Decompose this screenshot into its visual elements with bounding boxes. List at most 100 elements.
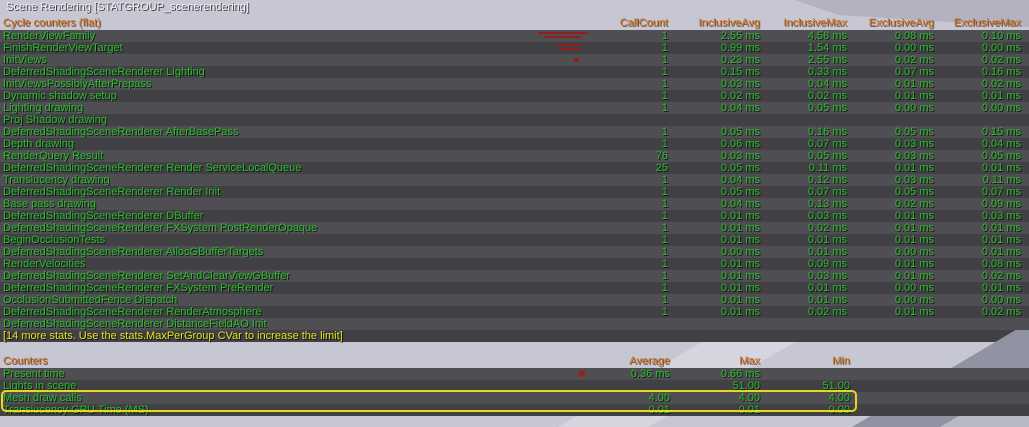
stat-callcount: 1 [661,198,668,210]
stat-callcount: 1 [661,174,668,186]
stat-callcount: 1 [661,210,668,222]
stat-inclusive-max: 0.01 ms [807,234,847,246]
cycle-counter-row: DeferredShadingSceneRenderer Lighting 1 … [0,66,1029,78]
stat-name: DeferredShadingSceneRenderer FXSystem Pr… [3,282,274,294]
stat-inclusive-avg: 0.04 ms [720,198,760,210]
stat-name: RenderVelocities [3,258,86,270]
counter-row-selected: Mesh draw calls 4.00 4.00 4.00 [0,392,1029,404]
stat-inclusive-max: 0.07 ms [807,138,847,150]
stat-name: DeferredShadingSceneRenderer Render Serv… [3,162,302,174]
counters-table: Present time 0.36 ms 0.66 ms Lights in s… [0,368,1029,416]
column-header-callcount: CallCount [619,17,668,29]
counters-section-label: Counters [3,355,48,367]
column-header-average: Average [629,355,670,367]
counter-name: Present time [3,368,65,380]
cycle-counter-row: DeferredShadingSceneRenderer Render Serv… [0,162,1029,174]
stat-inclusive-avg: 0.01 ms [720,306,760,318]
stat-exclusive-avg: 0.03 ms [894,174,934,186]
stat-name: InitViews [3,54,47,66]
stat-inclusive-max: 0.01 ms [807,294,847,306]
stat-inclusive-max: 0.01 ms [807,282,847,294]
stat-callcount: 1 [661,294,668,306]
stat-exclusive-avg: 0.01 ms [894,90,934,102]
stat-inclusive-avg: 0.01 ms [720,234,760,246]
stat-inclusive-avg: 2.55 ms [720,30,760,42]
counter-max: 0.66 ms [720,368,760,380]
column-header-exclusiveavg: ExclusiveAvg [868,17,934,29]
column-header-exclusivemax: ExclusiveMax [953,17,1021,29]
counter-min: 51.00 [822,380,850,392]
stat-name: Base pass drawing [3,198,96,210]
counters-header-row: Counters Average Max Min [0,355,1029,368]
cycle-counter-row: DeferredShadingSceneRenderer AfterBasePa… [0,126,1029,138]
stat-inclusive-avg: 0.02 ms [720,90,760,102]
stat-exclusive-avg: 0.00 ms [894,42,934,54]
stat-inclusive-max: 0.16 ms [807,126,847,138]
cycle-counter-row: BeginOcclusionTests 1 0.01 ms 0.01 ms 0.… [0,234,1029,246]
stat-exclusive-max: 0.03 ms [981,210,1021,222]
stat-exclusive-avg: 0.03 ms [894,150,934,162]
stat-group-title: Scene Rendering [STATGROUP_scenerenderin… [6,1,249,13]
stat-inclusive-max: 2.55 ms [807,54,847,66]
stat-inclusive-avg: 0.05 ms [720,126,760,138]
stat-inclusive-avg: 0.01 ms [720,222,760,234]
stat-exclusive-max: 0.07 ms [981,186,1021,198]
stat-exclusive-max: 0.10 ms [981,30,1021,42]
stats-overflow-notice: [14 more stats. Use the stats.MaxPerGrou… [0,330,1029,342]
cycle-counters-table: RenderViewFamily 1 2.55 ms 4.58 ms 0.08 … [0,30,1029,330]
stat-exclusive-avg: 0.03 ms [894,138,934,150]
stat-exclusive-max: 0.09 ms [981,198,1021,210]
cycle-counter-row: InitViewsPossiblyAfterPrepass 1 0.03 ms … [0,78,1029,90]
stat-inclusive-avg: 0.99 ms [720,42,760,54]
counter-row: Translucency GPU Time (MS) 0.01 0.01 0.0… [0,404,1029,416]
stat-inclusive-max: 4.58 ms [807,30,847,42]
stat-inclusive-max: 0.13 ms [807,198,847,210]
stat-inclusive-avg: 0.04 ms [720,102,760,114]
stat-name: DeferredShadingSceneRenderer AllocGBuffe… [3,246,264,258]
counter-average: 0.36 ms [630,368,670,380]
stat-exclusive-max: 0.01 ms [981,282,1021,294]
counter-name: Translucency GPU Time (MS) [3,404,149,416]
stat-name: BeginOcclusionTests [3,234,106,246]
stat-exclusive-max: 0.00 ms [981,102,1021,114]
stat-exclusive-max: 0.11 ms [982,174,1021,186]
counter-min: 4.00 [828,392,850,404]
stat-exclusive-avg: 0.01 ms [894,222,934,234]
stat-exclusive-avg: 0.00 ms [894,102,934,114]
cycle-counter-row: DeferredShadingSceneRenderer SetAndClear… [0,270,1029,282]
column-header-inclusivemax: InclusiveMax [783,17,847,29]
cycle-counter-row: FinishRenderViewTarget 1 0.99 ms 1.54 ms… [0,42,1029,54]
stat-name: DeferredShadingSceneRenderer AfterBasePa… [3,126,239,138]
cycle-counter-row: Translucency drawing 1 0.04 ms 0.12 ms 0… [0,174,1029,186]
stat-exclusive-avg: 0.05 ms [894,126,934,138]
stat-inclusive-avg: 0.01 ms [720,210,760,222]
counter-row: Present time 0.36 ms 0.66 ms [0,368,1029,380]
stat-inclusive-avg: 0.00 ms [720,246,760,258]
cycle-counter-row: DeferredShadingSceneRenderer DistanceFie… [0,318,1029,330]
stat-callcount: 1 [661,270,668,282]
stat-exclusive-avg: 0.05 ms [894,186,934,198]
cycle-counter-row: Proj Shadow drawing [0,114,1029,126]
stat-name: Proj Shadow drawing [3,114,107,126]
stat-name: Translucency drawing [3,174,110,186]
stat-exclusive-avg: 0.07 ms [894,66,934,78]
counter-max: 0.01 [738,404,760,416]
stat-callcount: 1 [661,138,668,150]
cycle-counter-row: Depth drawing 1 0.06 ms 0.07 ms 0.03 ms … [0,138,1029,150]
stat-inclusive-max: 0.03 ms [807,210,847,222]
stat-inclusive-avg: 0.04 ms [720,174,760,186]
stat-callcount: 1 [661,126,668,138]
stat-callcount: 1 [661,78,668,90]
stat-exclusive-max: 0.01 ms [981,234,1021,246]
stat-inclusive-avg: 0.01 ms [720,258,760,270]
stat-inclusive-avg: 0.05 ms [720,186,760,198]
stat-callcount: 25 [655,162,668,174]
stat-exclusive-max: 0.02 ms [981,306,1021,318]
stat-inclusive-avg: 0.03 ms [720,150,760,162]
counter-row: Lights in scene 51.00 51.00 [0,380,1029,392]
counter-max: 4.00 [738,392,760,404]
stat-callcount: 1 [661,102,668,114]
stat-exclusive-max: 0.04 ms [981,138,1021,150]
counter-average: 0.01 [648,404,670,416]
